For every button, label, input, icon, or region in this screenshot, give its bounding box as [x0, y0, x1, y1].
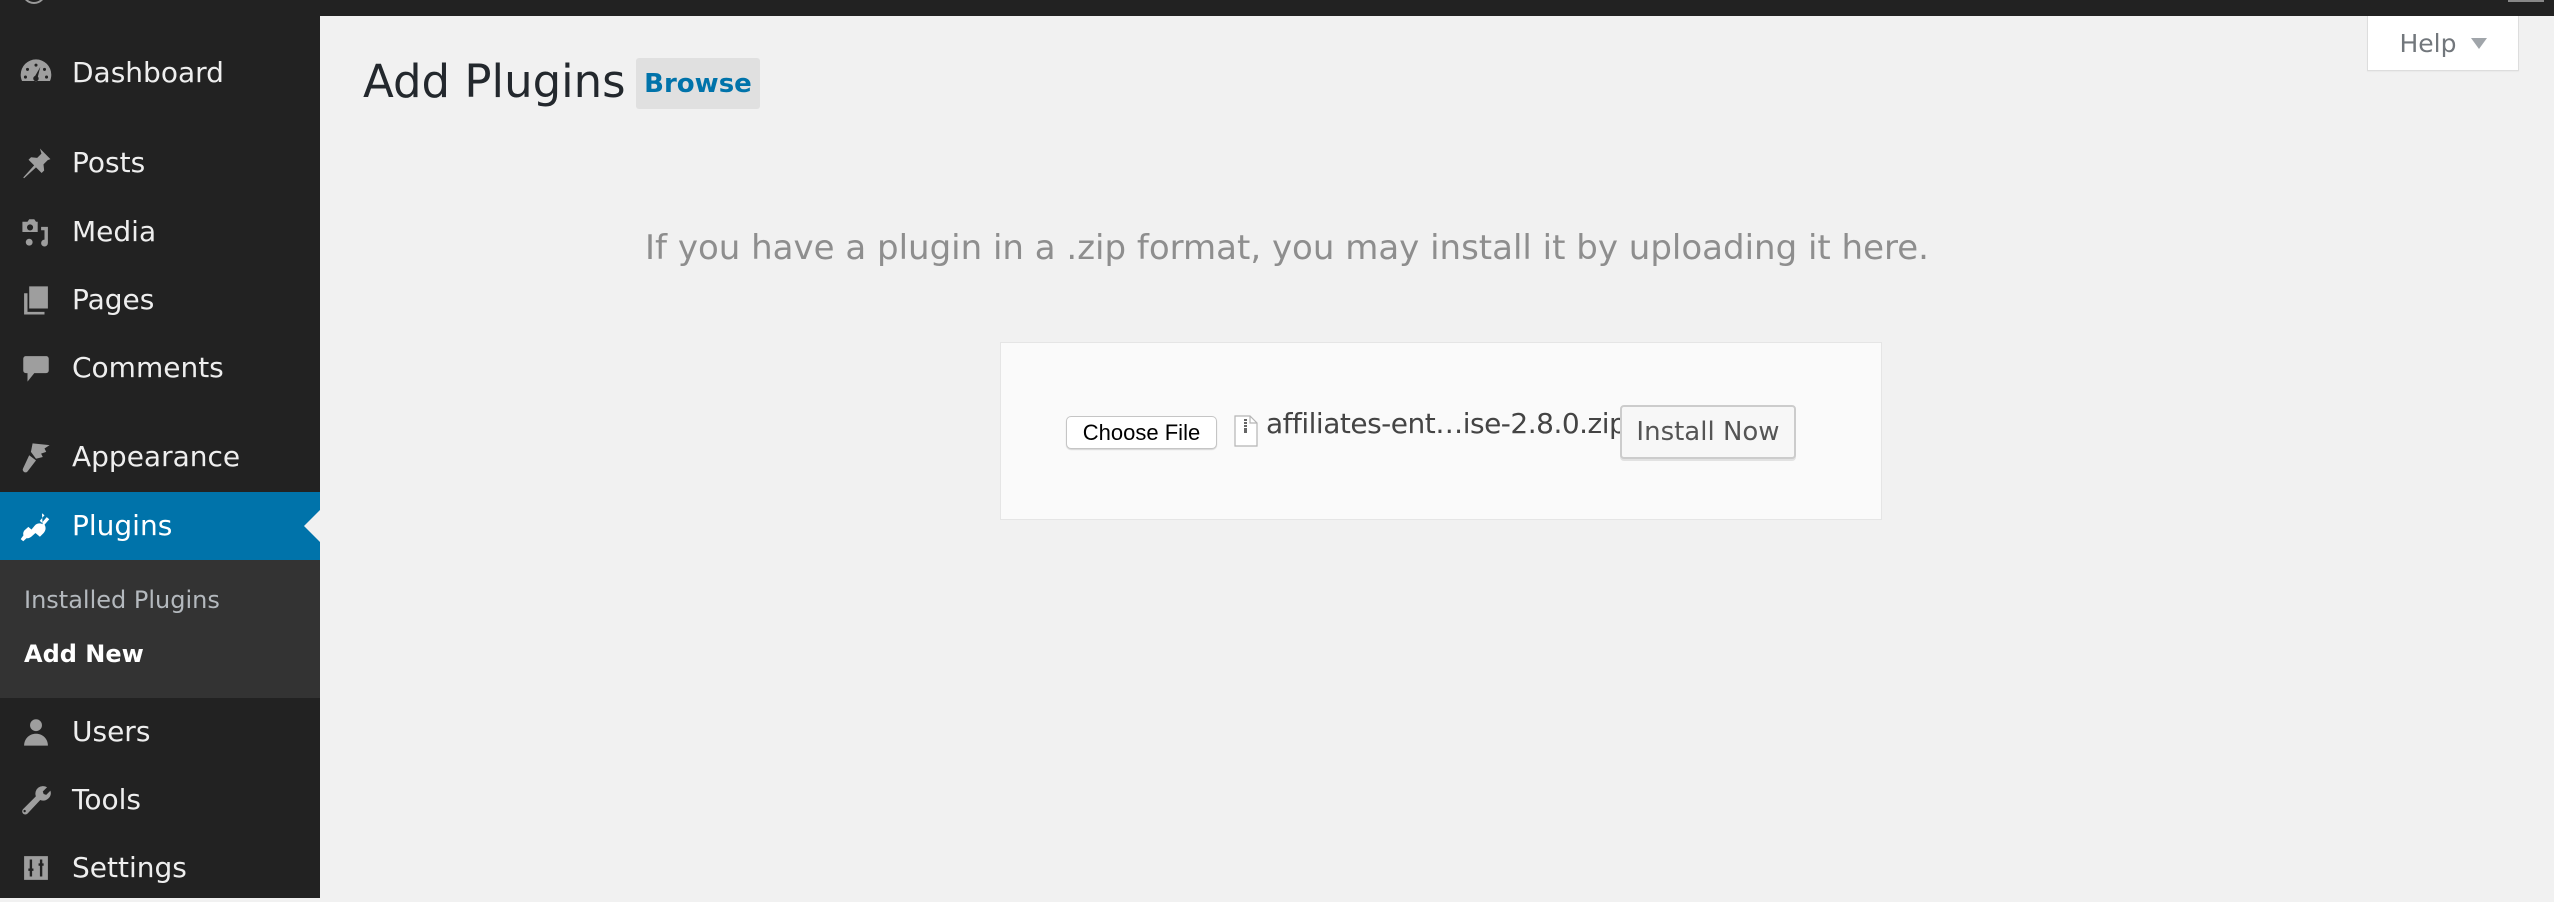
install-now-button[interactable]: Install Now: [1620, 405, 1796, 459]
page-title: Add Plugins: [363, 55, 626, 108]
help-tab-button[interactable]: Help: [2367, 16, 2519, 71]
choose-file-button[interactable]: Choose File: [1066, 416, 1217, 449]
browse-button[interactable]: Browse: [636, 58, 760, 109]
sidebar-item-label: Media: [72, 215, 157, 248]
zip-file-icon: [1234, 415, 1258, 447]
submenu-item-add-new[interactable]: Add New: [24, 640, 144, 668]
submenu-item-installed-plugins[interactable]: Installed Plugins: [24, 586, 220, 614]
sidebar-item-pages[interactable]: Pages: [0, 266, 320, 334]
wrench-icon: [18, 782, 54, 818]
comment-icon: [18, 350, 54, 386]
help-label: Help: [2399, 28, 2457, 58]
sidebar-item-posts[interactable]: Posts: [0, 129, 320, 197]
sidebar-item-label: Users: [72, 715, 151, 748]
selected-file-name: affiliates-ent…ise-2.8.0.zip: [1266, 407, 1627, 440]
sidebar-item-label: Tools: [72, 783, 141, 816]
caret-down-icon: [2470, 37, 2487, 49]
sidebar-item-plugins[interactable]: Plugins: [0, 492, 320, 560]
admin-bar: [0, 0, 2554, 16]
pages-icon: [18, 282, 54, 318]
sidebar-item-dashboard[interactable]: Dashboard: [0, 39, 320, 107]
sidebar-item-label: Posts: [72, 146, 146, 179]
sidebar-item-label: Pages: [72, 283, 155, 316]
paintbrush-icon: [18, 439, 54, 475]
plug-icon: [18, 508, 54, 544]
sidebar-item-users[interactable]: Users: [0, 698, 320, 766]
upload-instructions: If you have a plugin in a .zip format, y…: [645, 228, 1929, 268]
sidebar-item-settings[interactable]: Settings: [0, 834, 320, 902]
sidebar-item-tools[interactable]: Tools: [0, 766, 320, 834]
sidebar-item-media[interactable]: Media: [0, 198, 320, 266]
media-icon: [18, 214, 54, 250]
sidebar-item-label: Comments: [72, 351, 224, 384]
wordpress-logo-icon[interactable]: [22, 0, 46, 4]
sidebar-item-appearance[interactable]: Appearance: [0, 423, 320, 491]
sliders-icon: [18, 850, 54, 886]
user-icon: [18, 714, 54, 750]
pin-icon: [18, 145, 54, 181]
sidebar-item-label: Settings: [72, 851, 187, 884]
dashboard-icon: [18, 55, 54, 91]
sidebar-item-label: Appearance: [72, 440, 241, 473]
admin-sidebar: Dashboard Posts Media Pages Comments App…: [0, 16, 320, 898]
avatar[interactable]: [2508, 0, 2544, 2]
sidebar-item-comments[interactable]: Comments: [0, 334, 320, 402]
plugins-submenu: Installed Plugins Add New: [0, 560, 320, 698]
sidebar-item-label: Plugins: [72, 509, 173, 542]
sidebar-item-label: Dashboard: [72, 56, 224, 89]
